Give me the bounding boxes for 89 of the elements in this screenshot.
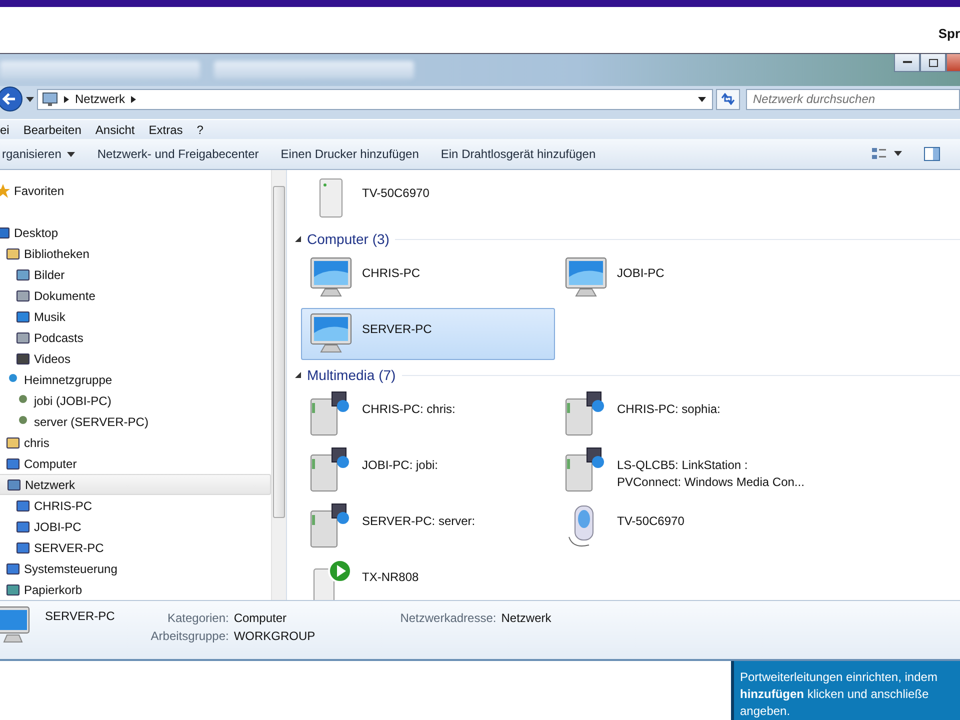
tree-item[interactable]: Systemsteuerung [0, 558, 271, 579]
tree-item[interactable]: chris [0, 432, 271, 453]
view-list-icon [872, 148, 902, 160]
network-device-item[interactable]: TV-50C6970 [301, 172, 555, 224]
video-icon [16, 352, 30, 366]
preview-pane-button[interactable] [924, 147, 940, 161]
property-value: WORKGROUP [234, 629, 316, 643]
dropdown-caret-icon[interactable] [698, 96, 706, 102]
chevron-icon [131, 96, 136, 102]
group-header[interactable]: Computer (3) [307, 231, 390, 247]
tree-item[interactable]: Papierkorb [0, 579, 271, 600]
network-device-item[interactable]: TX-NR808 [301, 556, 555, 600]
menu-item[interactable]: Ansicht [95, 122, 135, 136]
folder-icon [6, 246, 20, 260]
group-header[interactable]: Multimedia (7) [307, 367, 396, 383]
desktop-icon [0, 226, 10, 240]
network-device-item[interactable]: JOBI-PC [556, 252, 810, 304]
tree-item[interactable]: Musik [0, 306, 271, 327]
property-label: Arbeitsgruppe: [150, 629, 229, 643]
toolbar-button[interactable]: Ein Drahtlosgerät hinzufügen [440, 147, 596, 161]
tree-item[interactable]: Desktop [0, 222, 271, 243]
refresh-icon [721, 93, 735, 105]
view-options-button[interactable] [872, 148, 902, 160]
minimize-icon [902, 61, 912, 64]
property-label: Netzwerkadresse: [400, 611, 496, 625]
tree-item[interactable]: CHRIS-PC [0, 495, 271, 516]
menu-item[interactable]: ei [0, 122, 10, 136]
dropdown-caret-icon[interactable] [26, 96, 34, 102]
device-name: SERVER-PC [45, 609, 115, 623]
back-arrow-icon[interactable] [0, 86, 23, 112]
tree-item[interactable]: Videos [0, 348, 271, 369]
tree-item[interactable]: Dokumente [0, 285, 271, 306]
network-device-item[interactable]: LS-QLCB5: LinkStation : PVConnect: Windows Media Con... [556, 444, 810, 496]
chevron-icon [64, 96, 69, 102]
music-icon [16, 310, 30, 324]
network-device-item[interactable]: JOBI-PC: jobi: [301, 444, 555, 496]
network-device-item[interactable]: CHRIS-PC: sophia: [556, 388, 810, 440]
tree-item[interactable]: jobi (JOBI-PC) [0, 390, 271, 411]
tree-item[interactable]: Netzwerk [0, 474, 271, 495]
tree-item[interactable]: server (SERVER-PC) [0, 411, 271, 432]
document-icon [16, 330, 30, 344]
computer-icon [16, 540, 30, 554]
toolbar-button[interactable]: Einen Drucker hinzufügen [280, 147, 419, 161]
tree-item[interactable]: Computer [0, 453, 271, 474]
computer-icon [6, 562, 20, 576]
tree-item[interactable]: Heimnetzgruppe [0, 369, 271, 390]
property-label: Kategorien: [167, 611, 229, 625]
menu-item[interactable]: ? [196, 122, 204, 136]
tree-item[interactable]: Bilder [0, 264, 271, 285]
tree-item[interactable]: Favoriten [0, 180, 271, 201]
tree-item[interactable]: JOBI-PC [0, 516, 271, 537]
pane-icon [924, 147, 940, 161]
toolbar-button[interactable]: rganisieren [2, 147, 76, 161]
info-text: hinzufügen klicken und anschließe [740, 686, 930, 703]
trash-icon [6, 582, 20, 596]
document-icon [16, 288, 30, 302]
menu-item[interactable]: Extras [148, 122, 183, 136]
heading-text: Spr [938, 26, 960, 42]
network-device-item[interactable]: SERVER-PC: server: [301, 500, 555, 552]
minimize-button[interactable] [894, 54, 920, 72]
network-icon [7, 478, 21, 492]
network-device-item[interactable]: CHRIS-PC [301, 252, 555, 304]
info-text: angeben. [740, 703, 792, 720]
search-field[interactable]: Netzwerk durchsuchen [746, 88, 960, 110]
collapse-triangle-icon[interactable] [295, 236, 301, 242]
star-icon [0, 184, 10, 198]
network-icon [42, 92, 58, 106]
toolbar-button[interactable]: Netzwerk- und Freigabecenter [97, 147, 259, 161]
computer-icon [16, 520, 30, 534]
tree-item[interactable]: Bibliotheken [0, 243, 271, 264]
maximize-button[interactable] [920, 54, 946, 72]
refresh-button[interactable] [716, 88, 740, 110]
network-device-item[interactable]: CHRIS-PC: chris: [301, 388, 555, 440]
property-value: Netzwerk [501, 611, 552, 625]
tree-item[interactable]: SERVER-PC [0, 537, 271, 558]
collapse-triangle-icon[interactable] [295, 372, 301, 378]
computer-icon [6, 456, 20, 470]
folder-icon [6, 436, 20, 450]
address-bar[interactable]: Netzwerk [37, 88, 713, 110]
network-device-item[interactable]: SERVER-PC [301, 308, 555, 360]
maximize-icon [928, 58, 938, 66]
tree-item[interactable]: Podcasts [0, 327, 271, 348]
breadcrumb-item[interactable]: Netzwerk [75, 92, 126, 106]
info-text: Portweiterleitungen einrichten, indem [740, 669, 938, 686]
picture-icon [16, 268, 30, 282]
property-value: Computer [234, 611, 288, 625]
menu-item[interactable]: Bearbeiten [23, 122, 82, 136]
network-device-item[interactable]: TV-50C6970 [556, 500, 810, 552]
computer-icon [16, 498, 30, 512]
